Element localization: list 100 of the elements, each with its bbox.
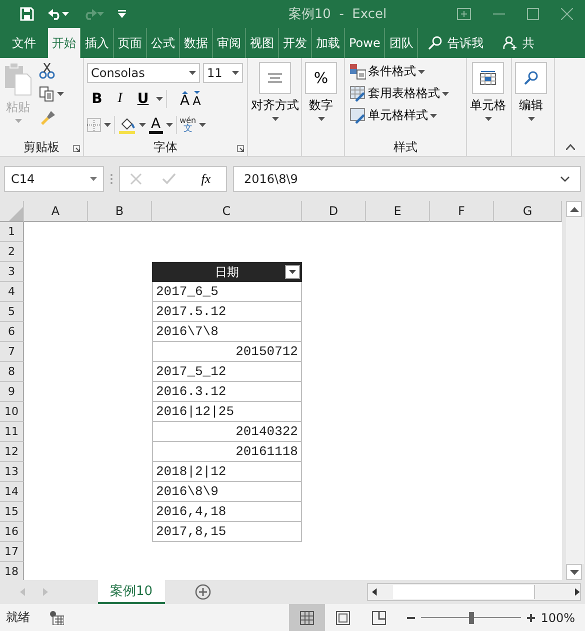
share-button[interactable]: 共 <box>493 28 544 58</box>
customize-icon[interactable] <box>118 10 126 18</box>
editing-button[interactable]: 编辑 <box>515 62 547 156</box>
caret-icon[interactable] <box>90 177 97 181</box>
number-button[interactable]: % 数字 <box>305 62 337 156</box>
scroll-right-icon[interactable] <box>575 588 580 596</box>
maximize-icon[interactable] <box>527 8 539 20</box>
row-header[interactable]: 1 <box>0 222 24 242</box>
column-header[interactable]: A <box>24 201 88 222</box>
row-header[interactable]: 5 <box>0 302 24 322</box>
column-header[interactable]: B <box>88 201 152 222</box>
caret-icon[interactable] <box>484 117 492 121</box>
font-color-button[interactable]: A <box>149 116 163 134</box>
table-cell[interactable]: 2016\8\9 <box>152 482 302 502</box>
style-menu-button[interactable]: 单元格样式 <box>348 106 451 125</box>
scroll-down-icon[interactable] <box>570 570 578 574</box>
row-header[interactable]: 6 <box>0 322 24 342</box>
bold-button[interactable]: B <box>87 89 107 109</box>
launcher-icon[interactable] <box>237 145 244 152</box>
caret-icon[interactable] <box>528 117 534 121</box>
column-header[interactable]: G <box>494 201 562 222</box>
table-header-cell[interactable]: 日期 <box>152 262 302 282</box>
caret-icon[interactable] <box>318 117 324 121</box>
grow-font-button[interactable]: A <box>180 90 190 108</box>
row-header[interactable]: 18 <box>0 562 24 580</box>
row-header[interactable]: 7 <box>0 342 24 362</box>
launcher-icon[interactable] <box>73 145 80 152</box>
column-header[interactable]: D <box>302 201 366 222</box>
font-size-field[interactable]: 11 <box>203 63 243 83</box>
caret-icon[interactable] <box>418 70 425 74</box>
insert-function-button[interactable]: fx <box>196 169 216 189</box>
row-header[interactable]: 8 <box>0 362 24 382</box>
caret-icon[interactable] <box>189 71 196 75</box>
ribbon-tab[interactable]: 开始 <box>48 28 81 58</box>
caret-icon[interactable] <box>199 123 206 127</box>
table-cell[interactable]: 20161118 <box>152 442 302 462</box>
table-cell[interactable]: 2017,8,15 <box>152 522 302 542</box>
style-menu-button[interactable]: 条件格式 <box>348 62 451 81</box>
name-box[interactable]: C14 <box>4 166 104 192</box>
table-cell[interactable]: 2016,4,18 <box>152 502 302 522</box>
underline-button[interactable]: U <box>133 89 153 109</box>
scissors-icon[interactable] <box>39 63 55 79</box>
row-header[interactable]: 15 <box>0 502 24 522</box>
shrink-font-button[interactable]: A <box>192 90 201 108</box>
expand-icon[interactable] <box>560 176 570 182</box>
table-cell[interactable]: 2017_5_12 <box>152 362 302 382</box>
caret-icon[interactable] <box>166 123 173 127</box>
row-header[interactable]: 3 <box>0 262 24 282</box>
phonetic-button[interactable]: wén 文 <box>180 116 196 134</box>
style-menu-button[interactable]: 套用表格格式 <box>348 84 451 103</box>
column-header[interactable]: C <box>152 201 302 222</box>
borders-icon[interactable] <box>87 118 101 132</box>
row-header[interactable]: 9 <box>0 382 24 402</box>
collapse-icon[interactable] <box>566 144 575 150</box>
add-sheet-icon[interactable] <box>194 584 211 600</box>
table-cell[interactable]: 2016\7\8 <box>152 322 302 342</box>
caret-icon[interactable] <box>442 92 449 96</box>
row-header[interactable]: 17 <box>0 542 24 562</box>
table-cell[interactable]: 2016|12|25 <box>152 402 302 422</box>
column-header[interactable]: F <box>430 201 494 222</box>
slider-thumb[interactable] <box>468 612 474 624</box>
table-cell[interactable]: 20150712 <box>152 342 302 362</box>
scroll-left-icon[interactable] <box>372 588 377 596</box>
row-header[interactable]: 16 <box>0 522 24 542</box>
row-header[interactable]: 10 <box>0 402 24 422</box>
table-cell[interactable]: 2018|2|12 <box>152 462 302 482</box>
undo-icon[interactable] <box>48 8 62 20</box>
caret-icon[interactable] <box>104 123 111 127</box>
caret-icon[interactable] <box>139 123 146 127</box>
ribbon-tab[interactable]: 文件 <box>0 28 48 58</box>
column-header[interactable]: E <box>366 201 430 222</box>
fill-color-icon[interactable] <box>118 116 136 134</box>
alignment-button[interactable]: 对齐方式 <box>251 62 299 156</box>
table-cell[interactable]: 20140322 <box>152 422 302 442</box>
copy-icon[interactable] <box>39 86 55 102</box>
ribbon-display-icon[interactable] <box>457 8 471 20</box>
caret-icon[interactable] <box>232 71 239 75</box>
row-header[interactable]: 13 <box>0 462 24 482</box>
table-cell[interactable]: 2016.3.12 <box>152 382 302 402</box>
sheet-tab[interactable]: 案例10 <box>98 580 165 604</box>
paintbrush-icon[interactable] <box>39 109 55 125</box>
macro-record-icon[interactable] <box>50 610 64 624</box>
caret-icon[interactable] <box>62 12 69 16</box>
table-cell[interactable]: 2017_6_5 <box>152 282 302 302</box>
zoom-in-icon[interactable] <box>526 614 535 622</box>
caret-icon[interactable] <box>272 117 278 121</box>
view-button[interactable] <box>288 604 325 631</box>
formula-field[interactable]: 2016\8\9 <box>233 166 581 192</box>
close-icon[interactable] <box>561 8 573 20</box>
row-header[interactable]: 4 <box>0 282 24 302</box>
caret-icon[interactable] <box>430 114 437 118</box>
italic-button[interactable]: I <box>110 89 130 109</box>
caret-icon[interactable] <box>57 92 64 96</box>
checkmark-icon[interactable] <box>162 173 176 185</box>
row-header[interactable]: 12 <box>0 442 24 462</box>
row-header[interactable]: 2 <box>0 242 24 262</box>
caret-icon[interactable] <box>156 97 163 101</box>
cells-button[interactable]: 单元格 <box>470 62 506 156</box>
table-cell[interactable]: 2017.5.12 <box>152 302 302 322</box>
scroll-up-icon[interactable] <box>570 206 578 212</box>
